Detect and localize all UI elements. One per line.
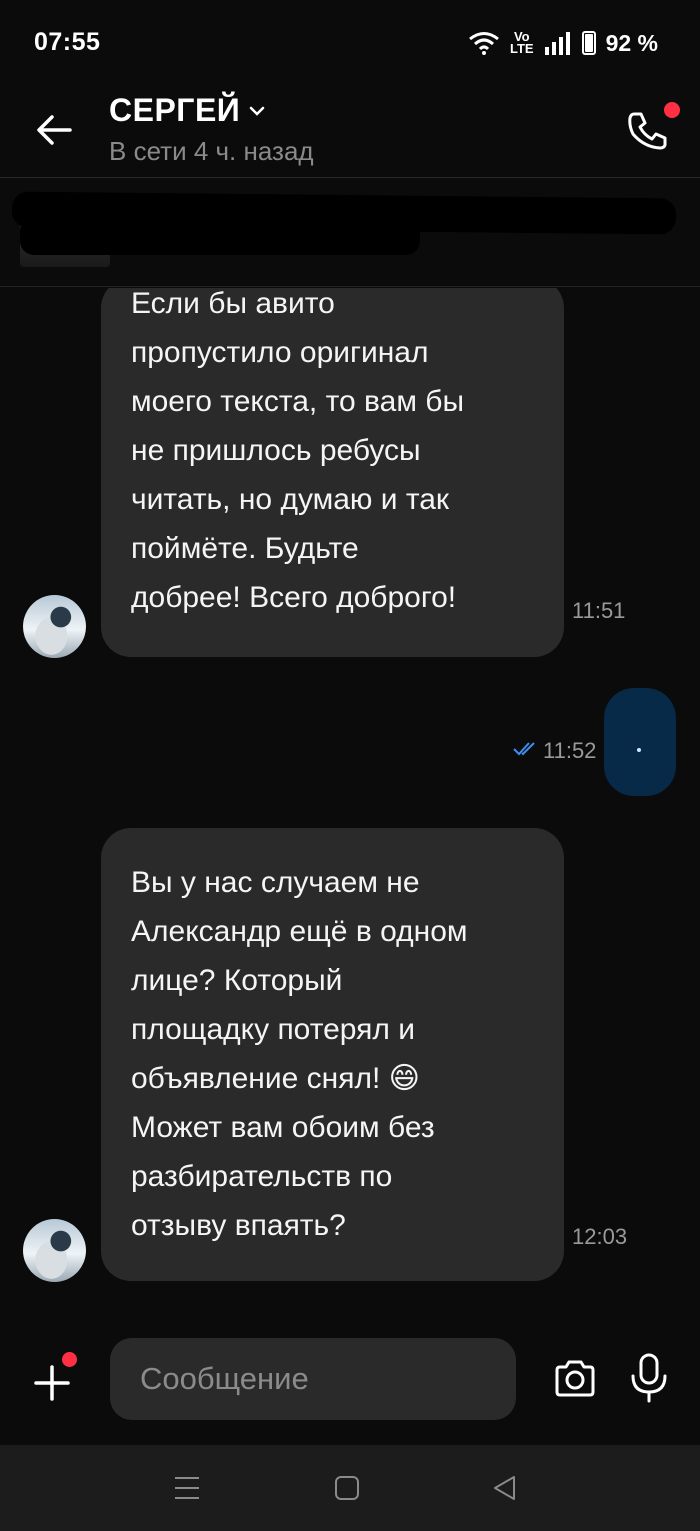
message-line: Вы у нас случаем не [131,866,420,899]
message-line: не пришлось ребусы [131,434,421,467]
message-line: объявление снял! 😄 [131,1062,420,1095]
incoming-message[interactable]: Если бы авито пропустило оригинал моего … [101,288,564,657]
microphone-icon[interactable] [628,1352,670,1404]
camera-icon[interactable] [552,1356,598,1402]
back-arrow-icon[interactable] [30,106,78,154]
message-list[interactable]: Если бы авито пропустило оригинал моего … [0,288,700,1328]
contact-status: В сети 4 ч. назад [109,136,314,166]
contact-title[interactable]: СЕРГЕЙ [109,92,266,129]
volte-icon: Vo LTE [509,30,534,56]
volte-bottom-label: LTE [509,41,534,56]
listing-preview[interactable] [0,179,700,287]
notification-dot [664,102,680,118]
signal-icon [544,32,570,55]
message-text: Вы у нас случаем не Александр ещё в одно… [131,858,534,1250]
message-line: добрее! Всего доброго! [131,581,457,614]
status-icons: Vo LTE 92 % [468,28,658,58]
notification-dot [62,1352,77,1367]
message-time: 12:03 [572,1224,628,1249]
back-nav-icon[interactable] [490,1473,520,1503]
system-nav-bar [0,1445,700,1531]
status-time: 07:55 [34,28,101,56]
battery-icon [581,31,596,55]
message-line: Если бы авито [131,288,335,320]
avatar[interactable] [23,1219,86,1282]
message-line: читать, но думаю и так [131,483,450,516]
message-input[interactable] [110,1338,516,1420]
message-line: Александр ещё в одном [131,915,468,948]
message-line: лице? Который [131,964,343,997]
double-check-icon [513,742,535,756]
message-time: 11:51 [572,598,626,623]
message-composer [0,1328,700,1444]
message-line: отзыву впаять? [131,1209,346,1242]
chat-header: СЕРГЕЙ В сети 4 ч. назад [0,80,700,178]
outgoing-message[interactable] [604,688,676,796]
message-line: моего текста, то вам бы [131,385,465,418]
message-line: поймёте. Будьте [131,532,359,565]
home-icon[interactable] [332,1473,362,1503]
plus-icon[interactable] [32,1363,72,1403]
message-time: 11:52 [543,738,597,763]
wifi-icon [469,32,499,55]
message-line: пропустило оригинал [131,336,429,369]
status-bar: 07:55 Vo LTE 92 % [0,0,700,80]
contact-name[interactable]: СЕРГЕЙ [109,92,240,129]
redaction-mark [20,217,420,255]
message-text [637,748,641,752]
battery-level: 92 % [605,29,658,56]
message-line: Может вам обоим без [131,1111,435,1144]
incoming-message[interactable]: Вы у нас случаем не Александр ещё в одно… [101,828,564,1281]
recent-apps-icon[interactable] [172,1473,202,1503]
avatar[interactable] [23,595,86,658]
message-line: разбирательств по [131,1160,393,1193]
chevron-down-icon[interactable] [248,104,266,118]
message-text: Если бы авито пропустило оригинал моего … [131,288,534,622]
message-line: площадку потерял и [131,1013,415,1046]
